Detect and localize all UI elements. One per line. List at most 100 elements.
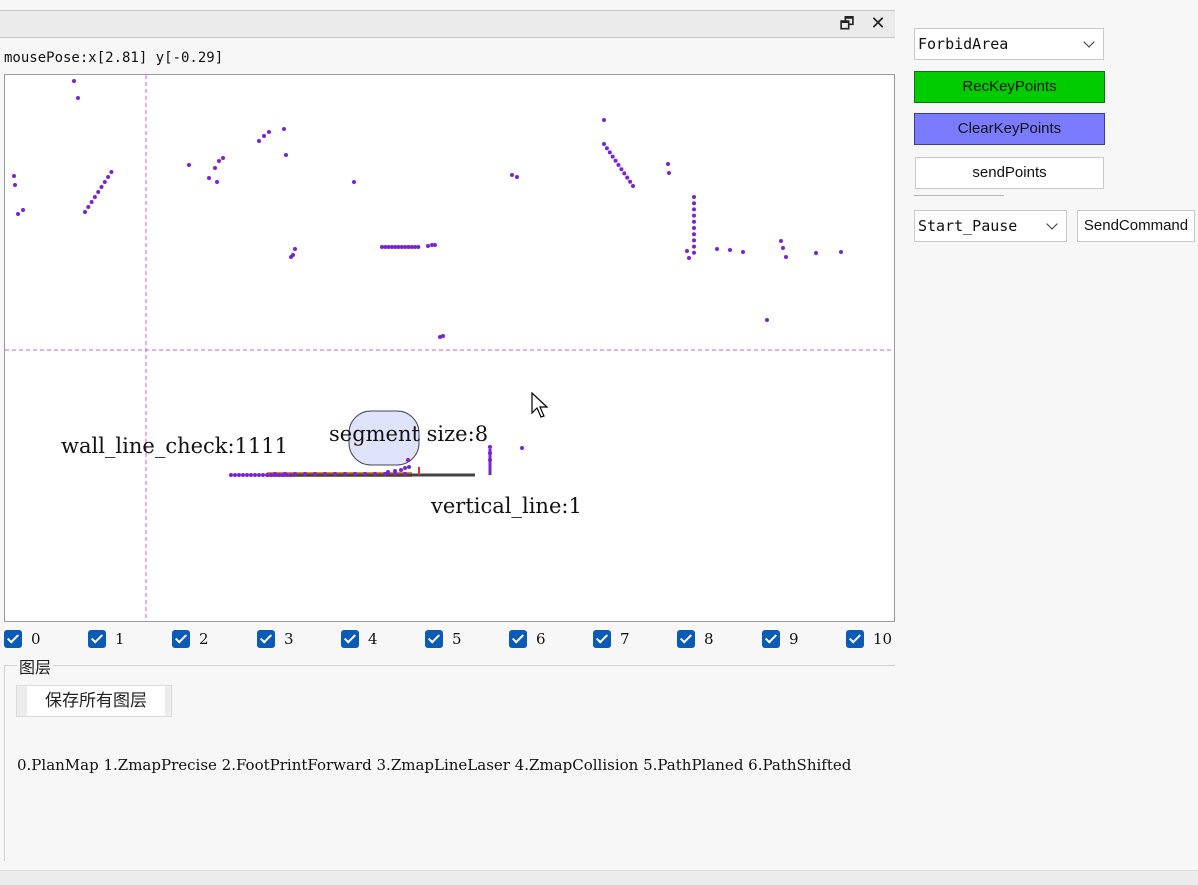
scan-point <box>213 166 217 170</box>
scan-point <box>779 239 783 243</box>
scan-point <box>685 249 689 253</box>
layer-checkbox-7[interactable]: 7 <box>593 628 630 650</box>
scan-point <box>628 179 633 184</box>
scan-point <box>253 473 257 477</box>
scan-point <box>333 472 337 476</box>
scan-point <box>520 446 524 450</box>
scan-point <box>12 174 16 178</box>
scan-point <box>488 458 492 462</box>
control-panel: ForbidArea RecKeyPoints ClearKeyPoints s… <box>895 0 1198 870</box>
scan-point <box>692 238 696 243</box>
scan-point <box>407 465 411 469</box>
scan-point <box>488 451 492 455</box>
checkbox-check-icon[interactable] <box>425 630 443 648</box>
scan-point <box>16 212 20 216</box>
map-panel: 🗗 ✕ mousePose:x[2.81] y[-0.29] wall_line… <box>0 0 896 870</box>
checkbox-check-icon[interactable] <box>4 630 22 648</box>
scan-point <box>86 205 91 209</box>
scan-point <box>667 171 671 175</box>
scan-point <box>323 472 327 476</box>
scan-point <box>692 207 696 212</box>
scan-point <box>602 118 606 122</box>
checkbox-check-icon[interactable] <box>846 630 864 648</box>
scan-point <box>257 473 261 477</box>
rec-key-points-button[interactable]: RecKeyPoints <box>914 71 1105 103</box>
layer-checkbox-4[interactable]: 4 <box>341 628 378 650</box>
scan-point <box>72 79 76 83</box>
map-drawing: wall_line_check:1111 segment size:8 vert… <box>5 75 894 621</box>
scan-point <box>781 246 785 250</box>
layer-checkbox-10[interactable]: 10 <box>846 628 892 650</box>
layer-checkbox-6[interactable]: 6 <box>509 628 546 650</box>
checkbox-check-icon[interactable] <box>677 630 695 648</box>
layer-checkbox-row: 0 1 2 3 4 5 6 7 8 9 10 <box>0 628 895 650</box>
scan-point <box>303 472 307 476</box>
send-points-button[interactable]: sendPoints <box>915 157 1104 189</box>
layer-checkbox-2[interactable]: 2 <box>172 628 209 650</box>
scan-point <box>293 472 297 476</box>
scan-point <box>352 180 356 184</box>
area-type-select[interactable]: ForbidArea <box>914 28 1104 60</box>
wall-line-check-label: wall_line_check:1111 <box>61 434 288 458</box>
scan-point <box>426 244 430 248</box>
scan-point <box>814 251 818 255</box>
command-select[interactable]: Start_Pause <box>914 210 1067 242</box>
close-icon[interactable]: ✕ <box>869 15 887 33</box>
scan-point <box>433 243 437 247</box>
scan-point <box>21 208 25 212</box>
mouse-pose-readout: mousePose:x[2.81] y[-0.29] <box>4 50 224 66</box>
send-command-button[interactable]: SendCommand <box>1077 210 1195 242</box>
layer-checkbox-9[interactable]: 9 <box>762 628 799 650</box>
scan-point <box>692 226 696 230</box>
layer-checkbox-label: 1 <box>115 630 125 648</box>
scan-point <box>488 445 492 449</box>
restore-icon[interactable]: 🗗 <box>838 15 856 33</box>
checkbox-check-icon[interactable] <box>257 630 275 648</box>
scan-point <box>687 256 691 260</box>
scan-point <box>604 146 609 151</box>
layer-checkbox-1[interactable]: 1 <box>88 628 125 650</box>
mouse-cursor-icon <box>531 392 549 418</box>
layer-checkbox-label: 9 <box>789 630 799 648</box>
scan-point <box>109 170 114 174</box>
layer-group-title: 图层 <box>17 654 54 678</box>
layer-checkbox-3[interactable]: 3 <box>257 628 294 650</box>
vertical-line-label: vertical_line:1 <box>430 494 582 518</box>
checkbox-check-icon[interactable] <box>172 630 190 648</box>
layer-group: 图层 保存所有图层 0.PlanMap 1.ZmapPrecise 2.Foot… <box>4 654 896 861</box>
map-canvas[interactable]: wall_line_check:1111 segment size:8 vert… <box>4 74 895 622</box>
layer-checkbox-0[interactable]: 0 <box>4 628 41 650</box>
scan-point <box>631 184 635 188</box>
layer-checkbox-label: 8 <box>704 630 714 648</box>
scan-point <box>692 195 696 199</box>
checkbox-check-icon[interactable] <box>593 630 611 648</box>
scan-point <box>241 473 245 477</box>
scan-point <box>403 472 407 476</box>
scan-point <box>96 190 101 194</box>
scan-point <box>293 247 297 251</box>
layer-checkbox-label: 0 <box>31 630 41 648</box>
clear-key-points-button[interactable]: ClearKeyPoints <box>914 113 1105 145</box>
checkbox-check-icon[interactable] <box>509 630 527 648</box>
scan-point <box>741 250 745 254</box>
area-type-value: ForbidArea <box>918 35 1009 53</box>
scan-point <box>229 473 233 477</box>
scan-point <box>416 245 421 249</box>
checkbox-check-icon[interactable] <box>341 630 359 648</box>
scan-point <box>393 469 397 473</box>
layer-checkbox-8[interactable]: 8 <box>677 628 714 650</box>
scan-point <box>607 150 612 155</box>
scan-point <box>373 472 377 476</box>
checkbox-check-icon[interactable] <box>762 630 780 648</box>
scan-point <box>262 134 266 138</box>
layer-checkbox-label: 7 <box>620 630 630 648</box>
layer-checkbox-5[interactable]: 5 <box>425 628 462 650</box>
scan-point <box>257 139 261 143</box>
scan-point <box>343 472 347 476</box>
save-all-layers-button[interactable]: 保存所有图层 <box>16 685 172 717</box>
layer-checkbox-label: 6 <box>536 630 546 648</box>
scan-point <box>692 213 696 218</box>
chevron-down-icon <box>1083 36 1095 48</box>
checkbox-check-icon[interactable] <box>88 630 106 648</box>
scan-point <box>265 473 269 477</box>
